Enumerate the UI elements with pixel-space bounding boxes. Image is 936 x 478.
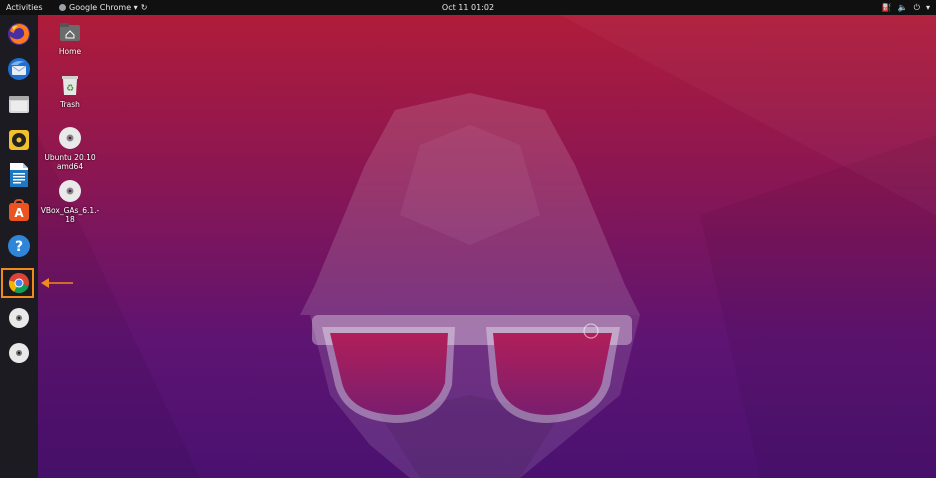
dock-item-disc-1[interactable] — [4, 303, 34, 333]
trash-icon: ♻ — [62, 76, 78, 95]
dock-item-writer[interactable] — [4, 160, 34, 190]
dock-item-disc-2[interactable] — [4, 338, 34, 368]
svg-text:♻: ♻ — [66, 84, 74, 94]
app-menu-label: Google Chrome ▾ — [69, 3, 138, 12]
ubuntu-software-icon: A — [9, 199, 29, 221]
top-bar: Activities Google Chrome ▾ ↻ Oct 11 01:0… — [0, 0, 936, 15]
disc-icon — [59, 127, 81, 149]
system-tray[interactable]: ⛽ 🔈 ⏻ ▾ — [882, 0, 930, 15]
help-icon: ? — [8, 235, 30, 257]
rhythmbox-icon — [9, 130, 29, 150]
svg-text:A: A — [14, 206, 24, 220]
chevron-down-icon: ▾ — [925, 3, 930, 12]
desktop-icon-label: Trash — [60, 100, 80, 109]
dock-item-files[interactable] — [4, 89, 34, 119]
volume-icon: 🔈 — [897, 3, 908, 12]
desktop-icon-trash[interactable]: ♻ Trash — [40, 73, 100, 109]
dock-item-rhythmbox[interactable] — [4, 125, 34, 155]
desktop-wallpaper — [0, 15, 936, 478]
dock-highlight-box — [1, 268, 34, 298]
app-menu[interactable]: Google Chrome ▾ ↻ — [59, 0, 147, 15]
power-icon: ⏻ — [913, 3, 920, 12]
home-folder-icon — [60, 23, 80, 41]
libreoffice-writer-icon — [10, 163, 28, 187]
annotation-arrow-icon — [41, 278, 73, 288]
activities-button[interactable]: Activities — [6, 0, 43, 15]
disc-icon — [9, 308, 29, 328]
disc-icon — [9, 343, 29, 363]
firefox-icon — [8, 23, 30, 45]
desktop-icon-home[interactable]: Home — [40, 20, 100, 56]
disc-icon — [59, 180, 81, 202]
dock-item-thunderbird[interactable] — [4, 54, 34, 84]
refresh-icon: ↻ — [140, 3, 148, 12]
svg-text:?: ? — [15, 239, 23, 255]
desktop-icon-label: VBox_GAs_6.1.- 18 — [40, 206, 100, 224]
network-icon: ⛽ — [881, 3, 892, 12]
chrome-app-icon — [59, 4, 66, 11]
dock: A ? — [0, 15, 38, 478]
files-icon — [9, 96, 29, 113]
dock-item-help[interactable]: ? — [4, 231, 34, 261]
dock-item-software[interactable]: A — [4, 196, 34, 226]
desktop-icon-label: Ubuntu 20.10 amd64 — [44, 153, 96, 171]
desktop-icon-label: Home — [58, 47, 82, 56]
desktop-icon-ubuntu-disc[interactable]: Ubuntu 20.10 amd64 — [40, 126, 100, 171]
dock-item-firefox[interactable] — [4, 19, 34, 49]
thunderbird-icon — [8, 58, 30, 80]
desktop-icon-vbox-disc[interactable]: VBox_GAs_6.1.- 18 — [40, 179, 100, 224]
